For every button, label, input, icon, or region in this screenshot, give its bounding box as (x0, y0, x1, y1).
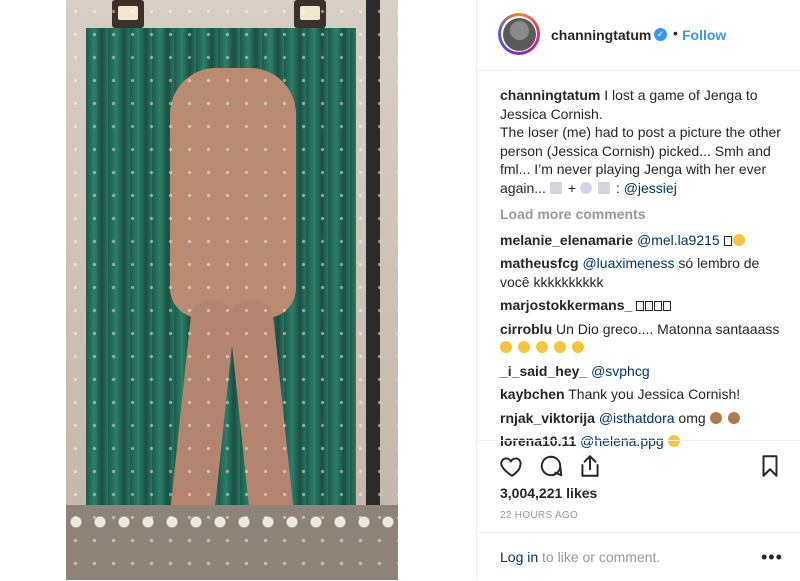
bookmark-icon[interactable] (757, 453, 783, 479)
action-bar (477, 440, 800, 477)
likes-count[interactable]: 3,004,221 likes (500, 485, 597, 501)
bunny-emoji-icon (579, 181, 592, 194)
verified-badge-icon: ✓ (654, 28, 667, 41)
header-username[interactable]: channingtatum (551, 27, 651, 43)
login-prompt: Log in to like or comment. (500, 549, 660, 565)
caption-username[interactable]: channingtatum (500, 87, 600, 103)
comment-item: lorena10.11 @helena.ppg (500, 432, 785, 451)
comment-mention[interactable]: @helena.ppg (580, 433, 664, 449)
post-sidebar: channingtatum ✓ • Follow channingtatum I… (476, 0, 800, 580)
comment-text: Un Dio greco.... Matonna santaaass (556, 320, 780, 337)
comment-item: rnjak_viktorija @isthatdora omg (500, 409, 785, 428)
avatar[interactable] (498, 13, 540, 55)
more-options-icon[interactable]: ••• (761, 547, 783, 568)
surprised-emoji-icon (732, 233, 745, 246)
load-more-comments[interactable]: Load more comments (500, 205, 785, 224)
comment-item: melanie_elenamarie @mel.la9215 (500, 231, 785, 250)
relieved-emoji-icon (667, 435, 680, 447)
comment-item: marjostokkermans_ (500, 296, 785, 315)
comment-item: matheusfcg @luaximeness só lembro de voc… (500, 254, 785, 291)
post-photo[interactable] (66, 0, 398, 580)
comment-mention[interactable]: @isthatdora (599, 410, 675, 426)
comment-item: cirroblu Un Dio greco.... Matonna santaa… (500, 320, 785, 357)
comment-item: _i_said_hey_ @svphcg (500, 362, 785, 381)
plus-sign: + (567, 179, 577, 196)
login-text: to like or comment. (542, 549, 661, 565)
photo-emoji-icon (597, 181, 610, 194)
bath-emoji-icon (549, 181, 562, 194)
follow-button[interactable]: Follow (682, 27, 726, 43)
comment-username[interactable]: rnjak_viktorija (500, 410, 595, 426)
login-link[interactable]: Log in (500, 549, 538, 565)
separator-dot: • (673, 25, 678, 41)
comment-username[interactable]: cirroblu (500, 321, 552, 337)
water-spray (66, 0, 398, 580)
see-no-evil-monkey-emoji-icon (709, 411, 722, 424)
caption-mention[interactable]: @jessiej (624, 180, 677, 196)
comment-username[interactable]: melanie_elenamarie (500, 232, 633, 248)
share-icon[interactable] (577, 453, 603, 479)
comment-item: kaybchen Thank you Jessica Cornish! (500, 385, 785, 404)
comment-username[interactable]: marjostokkermans_ (500, 297, 632, 313)
comment-username[interactable]: matheusfcg (500, 255, 579, 271)
comments-section: channingtatum I lost a game of Jenga to … (500, 86, 785, 456)
heart-icon[interactable] (499, 453, 525, 479)
comment-username[interactable]: lorena10.11 (500, 433, 576, 449)
missing-glyph-icon (636, 297, 672, 313)
comment-username[interactable]: _i_said_hey_ (500, 363, 587, 379)
login-row: Log in to like or comment. ••• (477, 532, 800, 581)
heart-eyes-emoji-icon (500, 339, 590, 355)
comment-username[interactable]: kaybchen (500, 386, 565, 402)
comment-text: Thank you Jessica Cornish! (568, 386, 741, 402)
photo-pane (0, 0, 476, 580)
comment-mention[interactable]: @svphcg (591, 363, 650, 379)
comment-mention[interactable]: @luaximeness (582, 255, 674, 271)
see-no-evil-monkey-emoji-icon (727, 411, 740, 424)
missing-glyph-icon (723, 235, 732, 246)
colon: : (615, 179, 620, 196)
comment-text: omg (678, 409, 706, 426)
comment-mention[interactable]: @mel.la9215 (637, 232, 720, 248)
post-header: channingtatum ✓ • Follow (477, 0, 800, 71)
post-timestamp: 22 HOURS AGO (500, 510, 579, 521)
caption: channingtatum I lost a game of Jenga to … (500, 86, 785, 197)
comment-icon[interactable] (538, 453, 564, 479)
